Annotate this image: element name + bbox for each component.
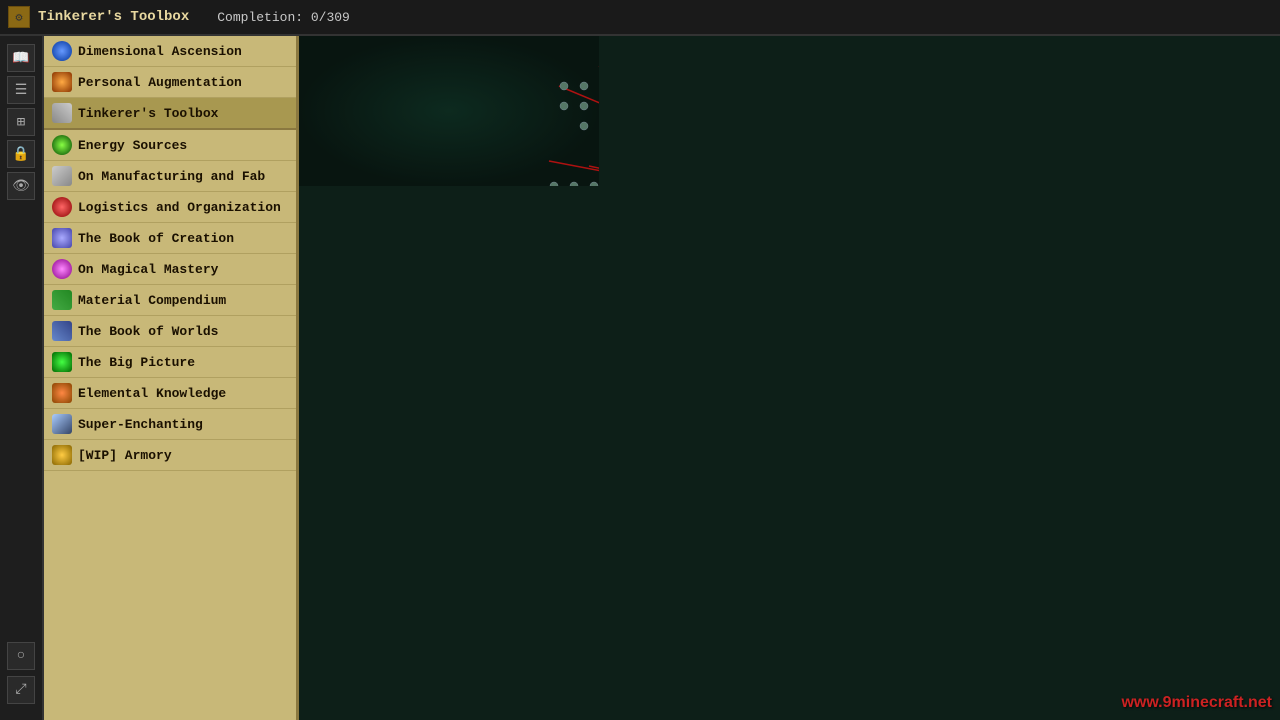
- material-icon: [52, 290, 72, 310]
- super-icon: [52, 414, 72, 434]
- menu-item-dimensional[interactable]: Dimensional Ascension: [44, 36, 296, 67]
- wip-icon: [52, 445, 72, 465]
- icon-sidebar: 📖 ☰ ⊞ 🔒 👁 ○ ⤢: [0, 36, 44, 720]
- book-creation-label: The Book of Creation: [78, 231, 234, 246]
- material-label: Material Compendium: [78, 293, 226, 308]
- menu-item-logistics[interactable]: Logistics and Organization: [44, 192, 296, 223]
- title-bar: ⚙ Tinkerer's Toolbox Completion: 0/309: [0, 0, 1280, 36]
- tinkerer-icon: [52, 103, 72, 123]
- logistics-icon: [52, 197, 72, 217]
- app-title: Tinkerer's Toolbox: [38, 9, 189, 25]
- dimensional-label: Dimensional Ascension: [78, 44, 242, 59]
- manufacturing-label: On Manufacturing and Fab: [78, 169, 265, 184]
- menu-item-tinkerer[interactable]: Tinkerer's Toolbox: [44, 98, 296, 130]
- menu-item-energy[interactable]: Energy Sources: [44, 130, 296, 161]
- arrows-sidebar-icon[interactable]: ⤢: [7, 676, 35, 704]
- menu-item-magical[interactable]: On Magical Mastery: [44, 254, 296, 285]
- personal-label: Personal Augmentation: [78, 75, 242, 90]
- magical-label: On Magical Mastery: [78, 262, 218, 277]
- circle-sidebar-icon[interactable]: ○: [7, 642, 35, 670]
- menu-item-personal[interactable]: Personal Augmentation: [44, 67, 296, 98]
- tinkerer-label: Tinkerer's Toolbox: [78, 106, 218, 121]
- menu-item-book-creation[interactable]: The Book of Creation: [44, 223, 296, 254]
- elemental-icon: [52, 383, 72, 403]
- logistics-label: Logistics and Organization: [78, 200, 281, 215]
- book-creation-icon: [52, 228, 72, 248]
- completion-counter: Completion: 0/309: [217, 10, 350, 25]
- manufacturing-icon: [52, 166, 72, 186]
- watermark: www.9minecraft.net: [1121, 694, 1272, 712]
- personal-icon: [52, 72, 72, 92]
- menu-item-wip[interactable]: [WIP] Armory: [44, 440, 296, 471]
- super-label: Super-Enchanting: [78, 417, 203, 432]
- menu-panel: Dimensional Ascension Personal Augmentati…: [44, 36, 299, 720]
- worlds-icon: [52, 321, 72, 341]
- menu-item-big[interactable]: The Big Picture: [44, 347, 296, 378]
- energy-icon: [52, 135, 72, 155]
- tech-tree-svg: [299, 36, 599, 186]
- worlds-label: The Book of Worlds: [78, 324, 218, 339]
- eye-sidebar-icon[interactable]: 👁: [7, 172, 35, 200]
- grid-sidebar-icon[interactable]: ⊞: [7, 108, 35, 136]
- app-icon: ⚙: [8, 6, 30, 28]
- menu-item-elemental[interactable]: Elemental Knowledge: [44, 378, 296, 409]
- menu-item-super[interactable]: Super-Enchanting: [44, 409, 296, 440]
- energy-label: Energy Sources: [78, 138, 187, 153]
- dimensional-icon: [52, 41, 72, 61]
- elemental-label: Elemental Knowledge: [78, 386, 226, 401]
- magical-icon: [52, 259, 72, 279]
- menu-item-manufacturing[interactable]: On Manufacturing and Fab: [44, 161, 296, 192]
- menu-item-worlds[interactable]: The Book of Worlds: [44, 316, 296, 347]
- wip-label: [WIP] Armory: [78, 448, 172, 463]
- book-sidebar-icon[interactable]: 📖: [7, 44, 35, 72]
- big-label: The Big Picture: [78, 355, 195, 370]
- list-sidebar-icon[interactable]: ☰: [7, 76, 35, 104]
- main-content[interactable]: [299, 36, 1280, 720]
- lock-sidebar-icon[interactable]: 🔒: [7, 140, 35, 168]
- menu-item-material[interactable]: Material Compendium: [44, 285, 296, 316]
- big-icon: [52, 352, 72, 372]
